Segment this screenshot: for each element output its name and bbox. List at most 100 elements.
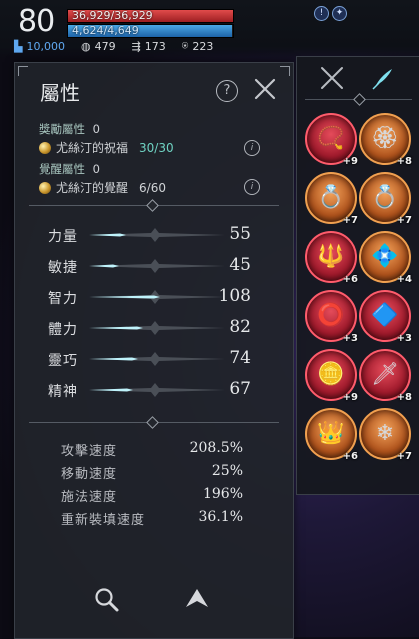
accessory-slot[interactable]: ⭕ +3 [305, 290, 358, 344]
awakening-row: 尤絲汀的覺醒 6/60 [39, 179, 166, 196]
enhance-level: +7 [396, 451, 412, 462]
attribute-panel: 屬性 ? 獎勵屬性 0 尤絲汀的祝福 30/30 i 覺醒屬性 0 尤絲汀的覺醒… [14, 62, 294, 639]
enhance-level: +3 [396, 333, 412, 344]
enhance-level: +9 [342, 392, 358, 403]
crossed-swords-icon[interactable] [317, 63, 347, 93]
stat-value: 45 [229, 255, 251, 275]
quill-icon[interactable] [367, 63, 397, 93]
speed-row: 重新裝填速度 36.1% [15, 509, 293, 529]
character-level: 80 [18, 4, 55, 39]
blessing-orb-icon [39, 141, 51, 154]
dagger-icon: 🗡 [371, 362, 399, 387]
accessory-slot[interactable]: 💍 +7 [305, 172, 358, 226]
stat-row: 靈巧 74 [15, 347, 293, 371]
crown-icon: 👑 [317, 421, 345, 446]
currency-bar: ▙ 10,000 ◍ 479 ⇶ 173 ⍟ 223 [14, 39, 213, 53]
speed-row: 攻擊速度 208.5% [15, 440, 293, 460]
chest-icon: ▙ [14, 39, 23, 53]
close-icon[interactable] [253, 77, 277, 101]
stat-label: 靈巧 [48, 353, 78, 369]
bonus-label: 獎勵屬性 [39, 122, 85, 136]
stat-value: 108 [218, 286, 251, 306]
stat-value: 74 [229, 348, 251, 368]
stat-bar [89, 259, 225, 273]
accessory-slot[interactable]: 🔷 +3 [359, 290, 412, 344]
speed-value: 208.5% [189, 440, 243, 456]
currency-gold: ◍ 479 [81, 40, 116, 53]
stat-bar-fill [89, 357, 138, 361]
speed-value: 36.1% [198, 509, 243, 525]
stat-bar [89, 383, 225, 397]
speed-label: 移動速度 [61, 467, 118, 482]
accessory-slot[interactable]: 🗡 +8 [359, 349, 412, 403]
accessory-slot[interactable]: 🪙 +9 [305, 349, 358, 403]
blessing-label: 尤絲汀的祝福 [56, 141, 129, 155]
ring-icon: 💍 [371, 185, 399, 210]
speed-value: 25% [211, 463, 243, 479]
divider-gem [146, 416, 159, 429]
stat-value: 82 [229, 317, 251, 337]
alert-status-icon[interactable]: ! [314, 6, 329, 21]
currency-value: 479 [94, 39, 116, 53]
awakening-attributes: 覺醒屬性 0 [39, 161, 100, 177]
accessory-slot[interactable]: 💍 +7 [359, 172, 412, 226]
enhance-level: +3 [342, 333, 358, 344]
scroll-icon: ⇶ [131, 39, 141, 53]
wings-icon: ⍟ [181, 39, 189, 52]
stat-row: 智力 108 [15, 285, 293, 309]
stat-value: 67 [229, 379, 251, 399]
stat-bar-fill [89, 233, 126, 237]
stat-label: 體力 [48, 322, 78, 338]
stat-label: 力量 [48, 229, 78, 245]
arrow-up-icon[interactable] [183, 586, 211, 614]
currency-crystal: ▙ 10,000 [14, 40, 65, 53]
stat-label: 精神 [48, 384, 78, 400]
speed-value: 196% [202, 486, 243, 502]
stat-row: 敏捷 45 [15, 254, 293, 278]
enhance-level: +7 [342, 215, 358, 226]
divider-gem [146, 199, 159, 212]
mp-bar: 4,624/4,649 [67, 24, 234, 38]
buff-status-icon[interactable]: ✦ [332, 6, 347, 21]
blessing-row: 尤絲汀的祝福 30/30 [39, 139, 174, 156]
accessory-slot[interactable]: 💠 +4 [359, 231, 412, 285]
awakening-label: 尤絲汀的覺醒 [56, 181, 129, 195]
stat-bar [89, 321, 225, 335]
enhance-level: +9 [342, 156, 358, 167]
stat-bar [89, 290, 225, 304]
currency-scroll: ⇶ 173 [132, 40, 166, 53]
awakening-value: 6/60 [139, 180, 166, 195]
hp-bar: 36,929/36,929 [67, 9, 234, 23]
bonus-value: 0 [92, 122, 100, 136]
ring-icon: 💍 [317, 185, 345, 210]
stat-bar-fill [89, 388, 133, 392]
help-icon[interactable]: ? [216, 80, 238, 102]
info-icon[interactable]: i [244, 140, 260, 156]
awaken-label: 覺醒屬性 [39, 162, 85, 176]
accessory-slot[interactable]: ❄ +7 [359, 408, 412, 462]
accessory-slot[interactable]: 🏵 +8 [359, 113, 412, 167]
necklace-icon: 🏵 [371, 126, 399, 151]
enhance-level: +4 [396, 274, 412, 285]
accessory-slot[interactable]: 🔱 +6 [305, 231, 358, 285]
tab-divider [305, 93, 412, 106]
stat-row: 力量 55 [15, 223, 293, 247]
amulet-icon: 📿 [317, 126, 345, 151]
info-icon[interactable]: i [244, 179, 260, 195]
stat-bar-fill [89, 264, 119, 268]
medallion-icon: 🪙 [317, 362, 345, 387]
crystal-icon: 🔷 [371, 303, 399, 328]
currency-value: 223 [192, 39, 214, 53]
stat-bar-fill [89, 326, 143, 330]
panel-corner [280, 66, 290, 76]
gem-icon: 💠 [371, 244, 399, 269]
search-icon[interactable] [93, 586, 121, 614]
accessory-slot[interactable]: 📿 +9 [305, 113, 358, 167]
enhance-level: +8 [396, 392, 412, 403]
stat-row: 精神 67 [15, 378, 293, 402]
awakening-orb-icon [39, 181, 51, 194]
hp-text: 36,929/36,929 [72, 9, 153, 22]
enhance-level: +7 [396, 215, 412, 226]
enhance-level: +8 [396, 156, 412, 167]
accessory-slot[interactable]: 👑 +6 [305, 408, 358, 462]
